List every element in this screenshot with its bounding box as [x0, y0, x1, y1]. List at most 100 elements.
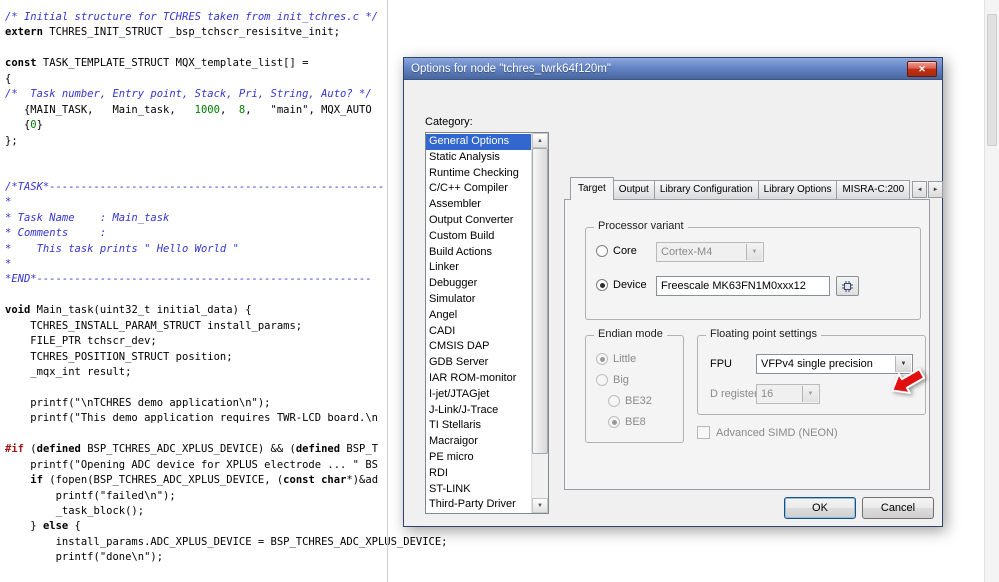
- code-line: printf("Opening ADC device for XPLUS ele…: [5, 458, 378, 471]
- editor-scrollbar-thumb[interactable]: [987, 14, 997, 146]
- tab-target[interactable]: Target: [570, 177, 614, 200]
- category-item-ti-stellaris[interactable]: TI Stellaris: [426, 418, 531, 434]
- options-dialog: Options for node "tchres_twrk64f120m" ✕ …: [403, 57, 944, 527]
- code-line: /* Task number, Entry point, Stack, Pri,…: [5, 88, 372, 101]
- editor-vertical-scrollbar[interactable]: [984, 0, 999, 582]
- tab-scroll-left-button[interactable]: ◄: [912, 181, 928, 198]
- category-item-j-link-j-trace[interactable]: J-Link/J-Trace: [426, 403, 531, 419]
- radio-be8[interactable]: BE8: [586, 411, 683, 432]
- code-line: *: [5, 258, 12, 270]
- device-radio-row[interactable]: Device: [596, 279, 647, 291]
- neon-checkbox[interactable]: [697, 426, 710, 439]
- radio-little[interactable]: Little: [586, 348, 683, 369]
- code-line: printf("failed\n");: [5, 489, 176, 502]
- radio-label: Big: [613, 373, 629, 386]
- scroll-up-icon[interactable]: ▲: [532, 133, 548, 148]
- category-item-debugger[interactable]: Debugger: [426, 276, 531, 292]
- category-item-general-options[interactable]: General Options: [426, 134, 531, 150]
- category-item-gdb-server[interactable]: GDB Server: [426, 355, 531, 371]
- close-icon: ✕: [918, 63, 926, 74]
- category-item-i-jet-jtagjet[interactable]: I-jet/JTAGjet: [426, 387, 531, 403]
- category-item-build-actions[interactable]: Build Actions: [426, 245, 531, 261]
- device-input-value: Freescale MK63FN1M0xxx12: [661, 280, 806, 292]
- code-line: _mqx_int result;: [5, 366, 132, 379]
- category-item-custom-build[interactable]: Custom Build: [426, 229, 531, 245]
- category-item-cmsis-dap[interactable]: CMSIS DAP: [426, 339, 531, 355]
- code-line: FILE_PTR tchscr_dev;: [5, 335, 157, 348]
- category-label: Category:: [425, 116, 473, 128]
- category-item-st-link[interactable]: ST-LINK: [426, 482, 531, 498]
- category-item-rdi[interactable]: RDI: [426, 466, 531, 482]
- tab-scroll-right-button[interactable]: ►: [928, 181, 944, 198]
- radio-label: BE8: [625, 415, 646, 428]
- tab-output[interactable]: Output: [612, 180, 655, 199]
- tab-scroll-buttons: ◄ ►: [911, 181, 944, 198]
- radio-label: Little: [613, 352, 637, 365]
- category-item-c-c-compiler[interactable]: C/C++ Compiler: [426, 181, 531, 197]
- device-radio-label: Device: [613, 279, 647, 291]
- device-radio[interactable]: [596, 279, 608, 291]
- category-item-iar-rom-monitor[interactable]: IAR ROM-monitor: [426, 371, 531, 387]
- category-item-assembler[interactable]: Assembler: [426, 197, 531, 213]
- fpu-label: FPU: [710, 358, 732, 370]
- category-item-static-analysis[interactable]: Static Analysis: [426, 150, 531, 166]
- close-button[interactable]: ✕: [907, 61, 937, 77]
- d-registers-combobox[interactable]: 16 ▼: [756, 384, 820, 404]
- code-line: printf("\nTCHRES demo application\n");: [5, 396, 271, 409]
- code-line: TCHRES_POSITION_STRUCT position;: [5, 350, 233, 363]
- core-combobox[interactable]: Cortex-M4 ▼: [656, 242, 764, 262]
- dialog-titlebar[interactable]: Options for node "tchres_twrk64f120m" ✕: [404, 58, 942, 80]
- device-database-button[interactable]: [836, 276, 859, 296]
- device-input[interactable]: Freescale MK63FN1M0xxx12: [656, 276, 830, 296]
- code-line: const TASK_TEMPLATE_STRUCT MQX_template_…: [5, 57, 309, 70]
- code-line: void Main_task(uint32_t initial_data) {: [5, 304, 252, 317]
- radio-big[interactable]: Big: [586, 369, 683, 390]
- radio-be32[interactable]: BE32: [586, 390, 683, 411]
- code-line: if (fopen(BSP_TCHRES_ADC_XPLUS_DEVICE, (…: [30, 474, 379, 487]
- editor-margin-line: [387, 0, 388, 582]
- tab-misra-c-200[interactable]: MISRA-C:200: [836, 180, 911, 199]
- core-radio[interactable]: [596, 245, 608, 257]
- cancel-button[interactable]: Cancel: [862, 497, 934, 519]
- scroll-down-icon[interactable]: ▼: [532, 498, 548, 513]
- code-line: /*TASK*---------------------------------…: [5, 180, 385, 193]
- screen: /* Initial structure for TCHRES taken fr…: [0, 0, 999, 582]
- fpu-combobox[interactable]: VFPv4 single precision ▼: [756, 354, 913, 374]
- radio-icon: [596, 373, 608, 386]
- category-item-angel[interactable]: Angel: [426, 308, 531, 324]
- category-scrollbar-thumb[interactable]: [532, 148, 548, 454]
- category-list: General Options Static Analysis Runtime Ch…: [426, 134, 531, 513]
- ok-button[interactable]: OK: [784, 497, 856, 519]
- category-listbox: General Options Static Analysis Runtime Ch…: [425, 132, 549, 514]
- category-item-linker[interactable]: Linker: [426, 260, 531, 276]
- code-line: printf("This demo application requires T…: [5, 412, 378, 425]
- category-scrollbar[interactable]: ▲ ▼: [531, 133, 548, 513]
- endian-mode-group: Endian mode Little Big BE32 BE8: [585, 328, 684, 443]
- category-item-runtime-checking[interactable]: Runtime Checking: [426, 166, 531, 182]
- fpu-combobox-value: VFPv4 single precision: [761, 358, 873, 370]
- code-line: TCHRES_INSTALL_PARAM_STRUCT install_para…: [5, 319, 303, 332]
- category-item-simulator[interactable]: Simulator: [426, 292, 531, 308]
- tab-library-options[interactable]: Library Options: [757, 180, 838, 199]
- floating-point-group-label: Floating point settings: [706, 328, 822, 340]
- d-registers-value: 16: [761, 388, 774, 400]
- category-item-cadi[interactable]: CADI: [426, 324, 531, 340]
- category-item-third-party-driver[interactable]: Third-Party Driver: [426, 497, 531, 513]
- core-radio-label: Core: [613, 245, 637, 257]
- core-radio-row[interactable]: Core: [596, 245, 637, 257]
- category-item-pe-micro[interactable]: PE micro: [426, 450, 531, 466]
- neon-checkbox-row[interactable]: Advanced SIMD (NEON): [697, 426, 838, 439]
- endian-mode-group-label: Endian mode: [594, 328, 667, 340]
- radio-icon: [608, 394, 620, 407]
- tab-library-configuration[interactable]: Library Configuration: [653, 180, 759, 199]
- category-item-output-converter[interactable]: Output Converter: [426, 213, 531, 229]
- category-item-macraigor[interactable]: Macraigor: [426, 434, 531, 450]
- target-tab-panel: Processor variant Core Cortex-M4 ▼ Devic…: [564, 199, 930, 490]
- code-line: } else {: [5, 520, 81, 533]
- dialog-title: Options for node "tchres_twrk64f120m": [411, 62, 611, 75]
- code-line: *END*-----------------------------------…: [5, 273, 372, 286]
